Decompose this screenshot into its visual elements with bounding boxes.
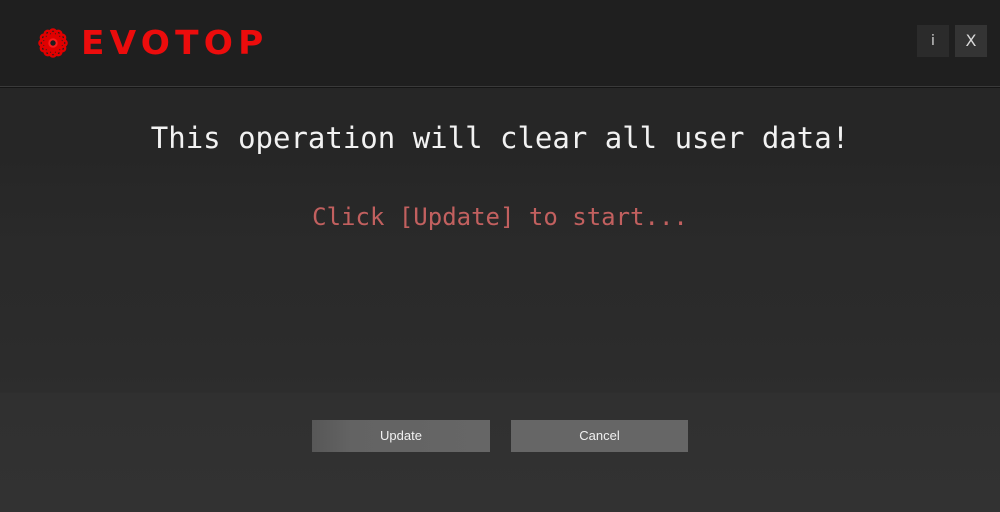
brand-logo: EVOTOP <box>36 20 263 66</box>
close-button[interactable]: X <box>955 25 987 57</box>
action-button-row: Update Cancel <box>312 420 688 452</box>
update-button[interactable]: Update <box>312 420 490 452</box>
atom-logo-icon <box>38 28 68 58</box>
instruction-text: Click [Update] to start... <box>312 203 688 231</box>
main-content: This operation will clear all user data!… <box>0 88 1000 512</box>
window-controls: i X <box>917 25 987 57</box>
firmware-update-window: EVOTOP i X This operation will clear all… <box>0 0 1000 512</box>
brand-wordmark: EVOTOP <box>81 23 269 62</box>
footer-strip <box>0 480 1000 512</box>
cancel-button[interactable]: Cancel <box>511 420 688 452</box>
info-button[interactable]: i <box>917 25 949 57</box>
title-bar: EVOTOP i X <box>0 0 1000 88</box>
warning-headline: This operation will clear all user data! <box>150 121 850 155</box>
